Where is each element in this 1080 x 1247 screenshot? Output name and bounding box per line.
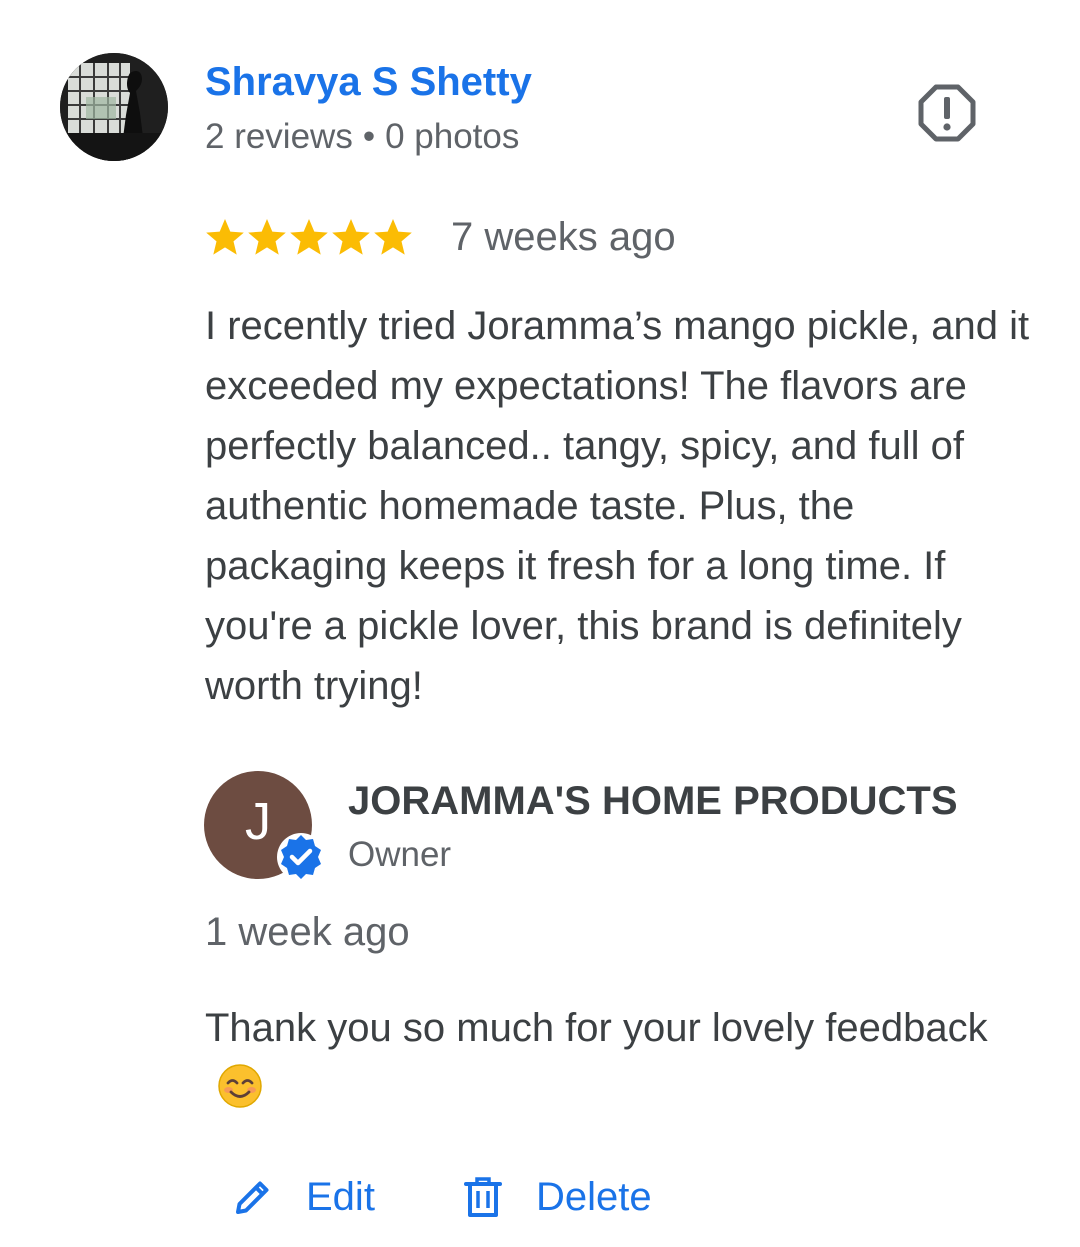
edit-label: Edit: [306, 1175, 375, 1219]
review-date: 7 weeks ago: [451, 215, 676, 259]
report-button[interactable]: [914, 80, 980, 146]
star-icon: [290, 219, 328, 255]
owner-role: Owner: [348, 835, 452, 874]
reviewer-stats: 2 reviews • 0 photos: [205, 116, 519, 158]
owner-avatar-initial: J: [245, 793, 271, 851]
reviewer-photo-count: 0 photos: [385, 117, 520, 156]
trash-icon: [464, 1177, 502, 1217]
meta-separator: •: [362, 117, 376, 156]
edit-button[interactable]: Edit: [230, 1165, 375, 1229]
star-icon: [248, 219, 286, 255]
star-rating: [205, 217, 415, 257]
rating-row: 7 weeks ago: [205, 212, 676, 262]
reviewer-avatar[interactable]: [60, 53, 168, 161]
response-date: 1 week ago: [205, 910, 410, 954]
star-icon: [332, 219, 370, 255]
verified-badge-icon: [277, 833, 325, 881]
pencil-icon: [236, 1181, 269, 1214]
delete-label: Delete: [536, 1175, 652, 1219]
star-icon: [206, 219, 244, 255]
review-card: Shravya S Shetty 2 reviews • 0 photos 7 we…: [0, 0, 1080, 1247]
owner-name: JORAMMA'S HOME PRODUCTS: [348, 779, 958, 823]
reviewer-name[interactable]: Shravya S Shetty: [205, 58, 532, 106]
star-icon: [374, 219, 412, 255]
response-text-body: Thank you so much for your lovely feedba…: [205, 1006, 988, 1050]
response-text: Thank you so much for your lovely feedba…: [205, 998, 1035, 1118]
reviewer-review-count: 2 reviews: [205, 117, 353, 156]
delete-button[interactable]: Delete: [460, 1165, 652, 1229]
review-text: I recently tried Joramma’s mango pickle,…: [205, 304, 1030, 708]
smiling-face-emoji-icon: [218, 1064, 262, 1108]
report-icon: [918, 84, 976, 142]
